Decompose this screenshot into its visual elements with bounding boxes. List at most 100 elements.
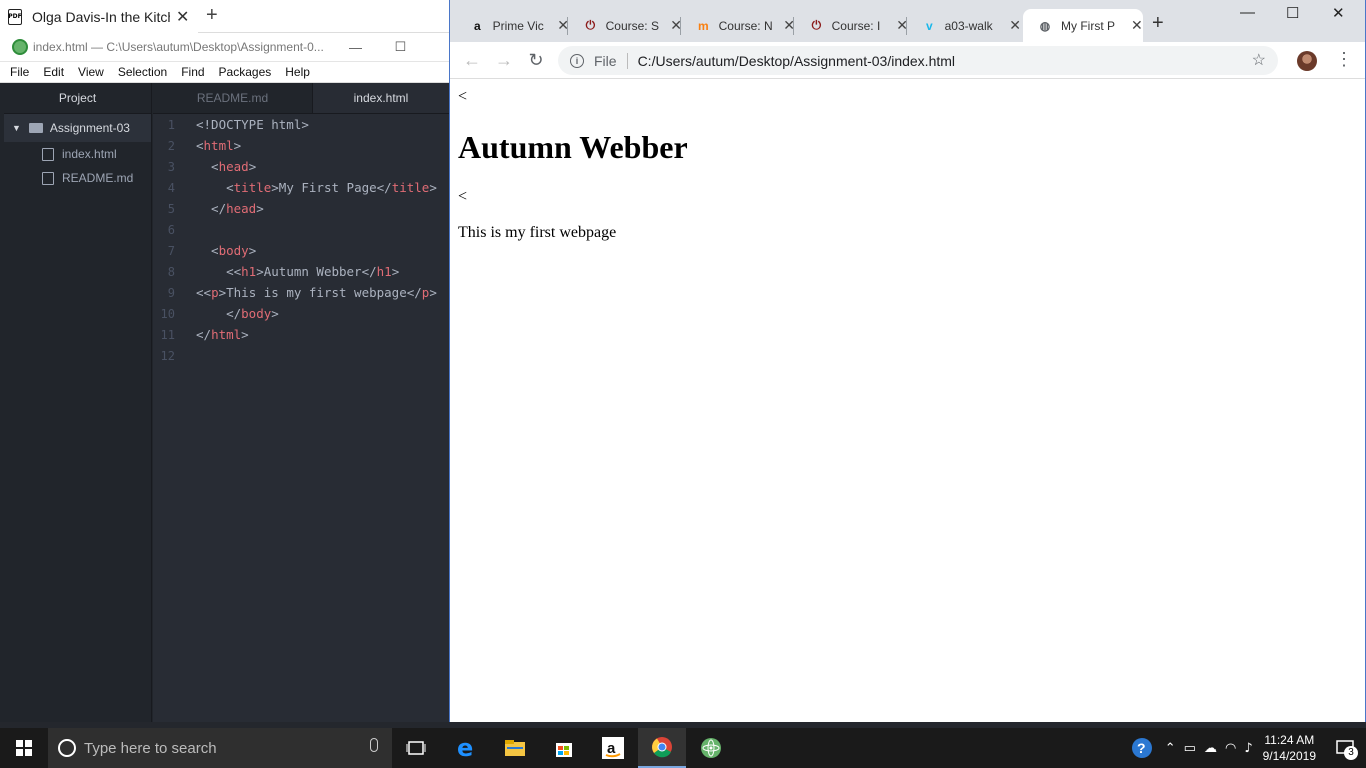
- battery-icon[interactable]: ▭: [1184, 741, 1196, 756]
- tree-root-folder[interactable]: ▼ Assignment-03: [4, 114, 151, 142]
- microphone-icon[interactable]: [370, 738, 378, 752]
- code-text: </body>: [196, 306, 279, 321]
- code-area[interactable]: 1 <!DOCTYPE html> 2 <html> 3 <head> 4 <title>…: [153, 114, 450, 366]
- menu-packages[interactable]: Packages: [212, 65, 279, 79]
- line-number: 2: [167, 138, 175, 153]
- page-heading: Autumn Webber: [458, 129, 688, 165]
- code-text: <<p>This is my first webpage</p>: [196, 285, 437, 300]
- close-tab-icon[interactable]: ✕: [1131, 17, 1143, 34]
- notification-icon[interactable]: 3: [1330, 728, 1360, 768]
- code-text: </html>: [196, 327, 249, 342]
- help-icon[interactable]: ?: [1131, 737, 1153, 759]
- bookmark-star-icon[interactable]: ☆: [1252, 50, 1266, 70]
- info-icon[interactable]: i: [570, 53, 584, 68]
- menu-selection[interactable]: Selection: [111, 65, 174, 79]
- browser-tab[interactable]: ◍ My First P ✕: [1023, 9, 1143, 42]
- amazon-icon[interactable]: a: [589, 728, 637, 768]
- atom-titlebar: index.html — C:\Users\autum\Desktop\Assi…: [0, 33, 450, 62]
- maximize-button[interactable]: ☐: [378, 39, 423, 55]
- store-icon[interactable]: [540, 728, 588, 768]
- code-line[interactable]: 11 </html>: [153, 324, 450, 345]
- chrome-icon[interactable]: [638, 728, 686, 768]
- code-line[interactable]: 8 <<h1>Autumn Webber</h1>: [153, 261, 450, 282]
- browser-tab[interactable]: m Course: N ✕: [682, 9, 795, 42]
- code-line[interactable]: 3 <head>: [153, 156, 450, 177]
- code-line[interactable]: 10 </body>: [153, 303, 450, 324]
- window-title: index.html — C:\Users\autum\Desktop\Assi…: [33, 40, 324, 54]
- code-line[interactable]: 9 <<p>This is my first webpage</p>: [153, 282, 450, 303]
- editor-tabs: README.md index.html: [153, 83, 450, 114]
- edge-icon[interactable]: e: [442, 728, 490, 768]
- atom-icon[interactable]: [687, 728, 735, 768]
- tab-title: Olga Davis-In the Kitche: [32, 8, 170, 25]
- line-number: 1: [167, 117, 175, 132]
- stray-text: <: [458, 188, 468, 205]
- back-button[interactable]: ←: [456, 50, 488, 71]
- minimize-button[interactable]: —: [333, 40, 378, 55]
- code-line[interactable]: 1 <!DOCTYPE html>: [153, 114, 450, 135]
- file-name: README.md: [62, 171, 134, 185]
- tree-file-readme[interactable]: README.md: [4, 166, 151, 190]
- code-line[interactable]: 5 </head>: [153, 198, 450, 219]
- chevron-up-icon[interactable]: ⌃: [1165, 741, 1176, 756]
- new-tab-button[interactable]: +: [206, 4, 218, 27]
- tab-separator: [680, 17, 681, 35]
- file-explorer-icon[interactable]: [491, 728, 539, 768]
- task-view-icon[interactable]: [392, 728, 440, 768]
- code-line[interactable]: 4 <title>My First Page</title>: [153, 177, 450, 198]
- profile-avatar[interactable]: [1297, 51, 1317, 71]
- tab-title: My First P: [1061, 18, 1115, 33]
- menu-view[interactable]: View: [71, 65, 111, 79]
- menu-help[interactable]: Help: [278, 65, 317, 79]
- forward-button[interactable]: →: [488, 50, 520, 71]
- address-bar[interactable]: i File C:/Users/autum/Desktop/Assignment…: [558, 46, 1278, 75]
- code-line[interactable]: 6: [153, 219, 450, 240]
- minimize-button[interactable]: —: [1240, 4, 1255, 21]
- line-number: 8: [167, 264, 175, 279]
- tab-title: Course: S: [605, 18, 659, 33]
- browser-tab[interactable]: v a03-walk ✕: [908, 9, 1021, 42]
- close-tab-icon[interactable]: ✕: [176, 7, 189, 27]
- menu-file[interactable]: File: [3, 65, 36, 79]
- line-number: 4: [167, 180, 175, 195]
- url-text[interactable]: C:/Users/autum/Desktop/Assignment-03/ind…: [638, 53, 955, 69]
- line-number: 12: [160, 348, 175, 363]
- chrome-tabstrip: a Prime Vic ✕ ⏻ Course: S ✕ m Course: N ✕ ⏻ Course…: [450, 0, 1365, 42]
- moodle-icon: m: [697, 18, 709, 33]
- code-line[interactable]: 2 <html>: [153, 135, 450, 156]
- close-tab-icon[interactable]: ✕: [1009, 17, 1021, 34]
- project-tree: Project ▼ Assignment-03 index.html READM…: [4, 83, 152, 723]
- tab-index[interactable]: index.html: [313, 83, 450, 113]
- chrome-menu-button[interactable]: ⋮: [1335, 49, 1353, 70]
- power-icon: ⏻: [585, 18, 596, 32]
- file-name: index.html: [62, 147, 117, 161]
- menu-find[interactable]: Find: [174, 65, 211, 79]
- browser-tab[interactable]: ⏻ Course: S ✕: [569, 9, 682, 42]
- clock[interactable]: 11:24 AM 9/14/2019: [1263, 732, 1316, 764]
- tab-separator: [793, 17, 794, 35]
- browser-tab[interactable]: a Prime Vic ✕: [456, 9, 569, 42]
- start-button[interactable]: [0, 728, 48, 768]
- background-window-tabstrip: PDF Olga Davis-In the Kitche ✕ +: [0, 0, 450, 33]
- new-tab-button[interactable]: +: [1152, 12, 1164, 35]
- browser-tab[interactable]: ⏻ Course: I ✕: [795, 9, 908, 42]
- project-tab[interactable]: Project: [4, 83, 151, 114]
- code-line[interactable]: 12: [153, 345, 450, 366]
- wifi-icon[interactable]: ◠: [1225, 741, 1236, 756]
- reload-button[interactable]: ↻: [520, 50, 552, 71]
- volume-icon[interactable]: ♪: [1244, 741, 1252, 756]
- tree-file-index[interactable]: index.html: [4, 142, 151, 166]
- folder-name: Assignment-03: [49, 121, 130, 135]
- cloud-icon[interactable]: ☁: [1204, 741, 1217, 756]
- tab-title: a03-walk: [944, 18, 993, 33]
- code-editor[interactable]: README.md index.html 1 <!DOCTYPE html> 2 <h…: [153, 83, 450, 723]
- web-page-content: < Autumn Webber < This is my first webpa…: [450, 79, 1365, 722]
- menu-edit[interactable]: Edit: [36, 65, 71, 79]
- search-box[interactable]: Type here to search: [48, 728, 392, 768]
- code-line[interactable]: 7 <body>: [153, 240, 450, 261]
- close-window-button[interactable]: ✕: [1332, 4, 1345, 22]
- tab-readme[interactable]: README.md: [153, 83, 313, 113]
- search-placeholder: Type here to search: [84, 739, 217, 757]
- maximize-button[interactable]: ☐: [1286, 4, 1299, 22]
- pdf-tab[interactable]: PDF Olga Davis-In the Kitche ✕: [0, 0, 198, 33]
